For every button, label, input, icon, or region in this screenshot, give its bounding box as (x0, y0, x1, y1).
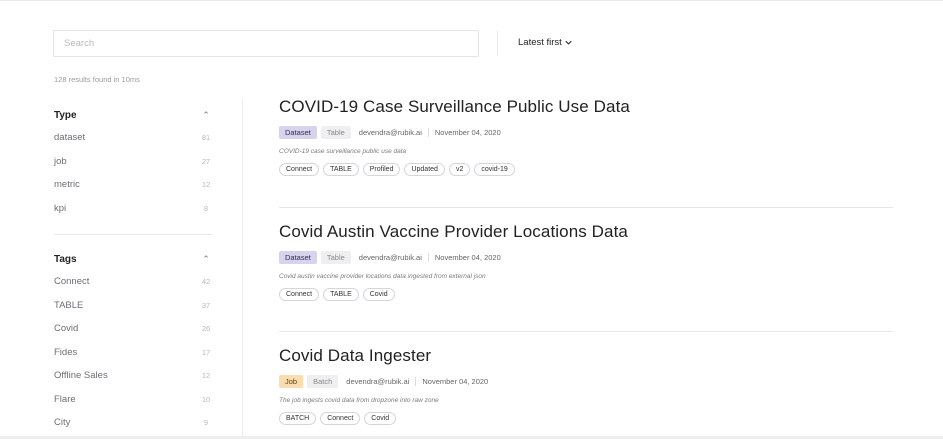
tag-chip[interactable]: BATCH (279, 412, 317, 425)
meta-divider (427, 253, 429, 262)
result-date: November 04, 2020 (434, 253, 501, 262)
type-badge: Dataset (279, 126, 317, 139)
facet-item-city[interactable]: City 9 (54, 411, 212, 435)
meta-divider (415, 377, 417, 386)
sidebar-divider (242, 99, 243, 439)
result-date: November 04, 2020 (422, 377, 489, 386)
result-description: The job ingests covid data from dropzone… (279, 397, 439, 404)
result-title[interactable]: Covid Data Ingester (279, 346, 894, 366)
facet-item-label: metric (54, 179, 80, 191)
result-card: Covid Data Ingester Job Batch devendra@r… (279, 346, 894, 425)
tag-chip[interactable]: Connect (320, 412, 361, 425)
facet-item-count: 37 (201, 300, 211, 310)
result-tags: Connect TABLE Covid (279, 288, 894, 301)
facet-item-count: 9 (203, 418, 209, 428)
facet-item-table[interactable]: TABLE 37 (54, 294, 212, 318)
facet-header-type: Type ⌃ (54, 104, 212, 126)
result-title[interactable]: COVID-19 Case Surveillance Public Use Da… (279, 97, 894, 117)
facet-item-metric[interactable]: metric 12 (54, 173, 212, 197)
result-author: devendra@rubik.ai (346, 377, 410, 386)
search-box[interactable] (53, 30, 479, 57)
result-title[interactable]: Covid Austin Vaccine Provider Locations … (279, 222, 894, 242)
search-divider (497, 31, 498, 56)
result-divider (279, 207, 893, 208)
facet-item-label: Flare (54, 393, 76, 405)
tag-chip[interactable]: Covid (364, 412, 397, 425)
tag-chip[interactable]: Connect (279, 163, 320, 176)
result-description: COVID-19 case surveillance public use da… (279, 148, 407, 155)
facet-title-type: Type (54, 109, 77, 121)
facet-item-flare[interactable]: Flare 10 (54, 388, 212, 412)
result-card: COVID-19 Case Surveillance Public Use Da… (279, 97, 894, 176)
tag-chip[interactable]: covid-19 (474, 163, 515, 176)
tag-chip[interactable]: TABLE (323, 163, 359, 176)
search-input[interactable] (62, 37, 478, 50)
facet-item-kpi[interactable]: kpi 8 (54, 197, 212, 221)
facet-item-fides[interactable]: Fides 17 (54, 341, 212, 365)
facet-header-tags: Tags ⌃ (54, 248, 212, 270)
facet-item-count: 26 (201, 324, 211, 334)
facet-item-count: 17 (201, 347, 211, 357)
facet-item-count: 12 (201, 180, 211, 190)
facet-item-label: Fides (54, 346, 78, 358)
result-meta: Job Batch devendra@rubik.ai November 04,… (279, 375, 894, 388)
facet-item-label: Covid (54, 323, 79, 335)
tag-chip[interactable]: Updated (404, 163, 445, 176)
facet-item-count: 12 (201, 371, 211, 381)
result-author: devendra@rubik.ai (358, 128, 422, 137)
meta-divider (427, 128, 429, 137)
type-badge: Job (279, 375, 304, 388)
subtype-badge: Batch (307, 375, 339, 388)
result-tags: BATCH Connect Covid (279, 412, 894, 425)
facet-item-count: 8 (203, 203, 209, 213)
filter-sidebar: Type ⌃ dataset 81 job 27 metric 12 kpi 8… (54, 104, 212, 435)
facet-item-job[interactable]: job 27 (54, 150, 212, 174)
chevron-down-icon (565, 40, 572, 45)
tag-chip[interactable]: v2 (448, 163, 471, 176)
result-tags: Connect TABLE Profiled Updated v2 covid-… (279, 163, 894, 176)
facet-item-offline-sales[interactable]: Offline Sales 12 (54, 364, 212, 388)
facet-item-count: 42 (201, 277, 211, 287)
result-card: Covid Austin Vaccine Provider Locations … (279, 222, 894, 301)
facet-item-label: City (54, 417, 71, 429)
result-author: devendra@rubik.ai (358, 253, 422, 262)
result-description: Covid austin vaccine provider locations … (279, 273, 486, 280)
facet-item-label: Offline Sales (54, 370, 108, 382)
subtype-badge: Table (320, 126, 351, 139)
tag-chip[interactable]: Profiled (362, 163, 401, 176)
facet-item-label: TABLE (54, 299, 84, 311)
facet-item-connect[interactable]: Connect 42 (54, 270, 212, 294)
facet-item-label: job (54, 155, 67, 167)
facet-divider (54, 234, 212, 235)
facet-item-count: 81 (201, 133, 211, 143)
tag-chip[interactable]: TABLE (323, 288, 359, 301)
tag-chip[interactable]: Covid (362, 288, 395, 301)
subtype-badge: Table (320, 251, 351, 264)
results-count: 128 results found in 10ms (54, 75, 140, 84)
facet-item-count: 27 (201, 156, 211, 166)
sort-label: Latest first (518, 37, 562, 48)
sort-dropdown[interactable]: Latest first (518, 37, 572, 48)
chevron-up-icon[interactable]: ⌃ (200, 110, 212, 121)
chevron-up-icon[interactable]: ⌃ (200, 254, 212, 265)
result-date: November 04, 2020 (434, 128, 501, 137)
facet-item-count: 10 (201, 394, 211, 404)
result-meta: Dataset Table devendra@rubik.ai November… (279, 126, 894, 139)
result-divider (279, 331, 893, 332)
facet-title-tags: Tags (54, 253, 77, 265)
facet-item-dataset[interactable]: dataset 81 (54, 126, 212, 150)
facet-item-label: kpi (54, 202, 67, 214)
facet-item-covid[interactable]: Covid 26 (54, 317, 212, 341)
type-badge: Dataset (279, 251, 317, 264)
facet-item-label: dataset (54, 132, 86, 144)
top-border (0, 0, 943, 1)
facet-item-label: Connect (54, 276, 90, 288)
result-meta: Dataset Table devendra@rubik.ai November… (279, 251, 894, 264)
tag-chip[interactable]: Connect (279, 288, 320, 301)
